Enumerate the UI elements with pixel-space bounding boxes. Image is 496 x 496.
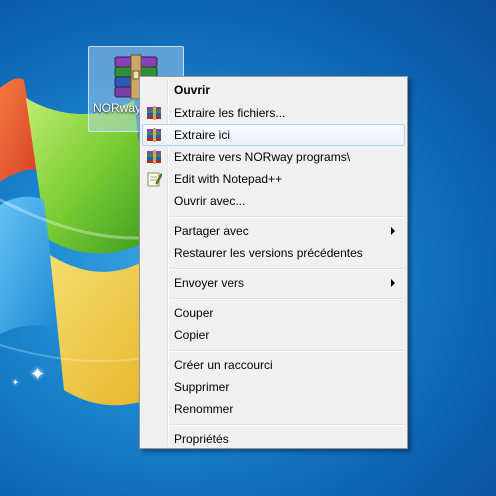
menu-item-extraire-ici[interactable]: Extraire ici — [142, 124, 405, 146]
menu-item-label: Partager avec — [174, 224, 249, 238]
menu-separator — [170, 350, 404, 352]
context-menu: Ouvrir Extraire les fichiers... Extraire… — [139, 76, 408, 449]
menu-item-label: Propriétés — [174, 432, 229, 446]
submenu-arrow-icon — [391, 227, 395, 235]
menu-item-creer-raccourci[interactable]: Créer un raccourci — [142, 354, 405, 376]
menu-separator — [170, 424, 404, 426]
menu-item-ouvrir[interactable]: Ouvrir — [142, 79, 405, 101]
menu-item-supprimer[interactable]: Supprimer — [142, 376, 405, 398]
notepadpp-icon — [147, 172, 162, 187]
menu-item-edit-notepad[interactable]: Edit with Notepad++ — [142, 168, 405, 190]
winrar-icon — [147, 106, 161, 120]
menu-item-label: Couper — [174, 306, 214, 320]
menu-item-label: Ouvrir — [174, 83, 211, 97]
menu-item-couper[interactable]: Couper — [142, 302, 405, 324]
submenu-arrow-icon — [391, 279, 395, 287]
menu-separator — [170, 268, 404, 270]
menu-item-envoyer-vers[interactable]: Envoyer vers — [142, 272, 405, 294]
menu-item-label: Créer un raccourci — [174, 358, 273, 372]
menu-separator — [170, 298, 404, 300]
menu-item-label: Extraire ici — [174, 128, 231, 142]
menu-separator — [170, 216, 404, 218]
winrar-icon — [147, 150, 161, 164]
menu-item-label: Copier — [174, 328, 210, 342]
menu-item-restaurer-versions[interactable]: Restaurer les versions précédentes — [142, 242, 405, 264]
sparkle-icon: ✦ — [30, 364, 46, 385]
menu-item-renommer[interactable]: Renommer — [142, 398, 405, 420]
menu-item-label: Envoyer vers — [174, 276, 245, 290]
menu-item-label: Edit with Notepad++ — [174, 172, 283, 186]
menu-item-proprietes[interactable]: Propriétés — [142, 428, 405, 450]
menu-item-label: Restaurer les versions précédentes — [174, 246, 363, 260]
winrar-icon — [147, 128, 161, 142]
menu-item-extraire-fichiers[interactable]: Extraire les fichiers... — [142, 102, 405, 124]
sparkle-icon: ✦ — [12, 378, 19, 387]
menu-item-copier[interactable]: Copier — [142, 324, 405, 346]
menu-item-label: Ouvrir avec... — [174, 194, 246, 208]
menu-item-extraire-vers[interactable]: Extraire vers NORway programs\ — [142, 146, 405, 168]
menu-item-label: Extraire vers NORway programs\ — [174, 150, 351, 164]
menu-item-label: Renommer — [174, 402, 234, 416]
menu-item-label: Supprimer — [174, 380, 230, 394]
menu-item-ouvrir-avec[interactable]: Ouvrir avec... — [142, 190, 405, 212]
menu-item-label: Extraire les fichiers... — [174, 106, 286, 120]
menu-item-partager-avec[interactable]: Partager avec — [142, 220, 405, 242]
